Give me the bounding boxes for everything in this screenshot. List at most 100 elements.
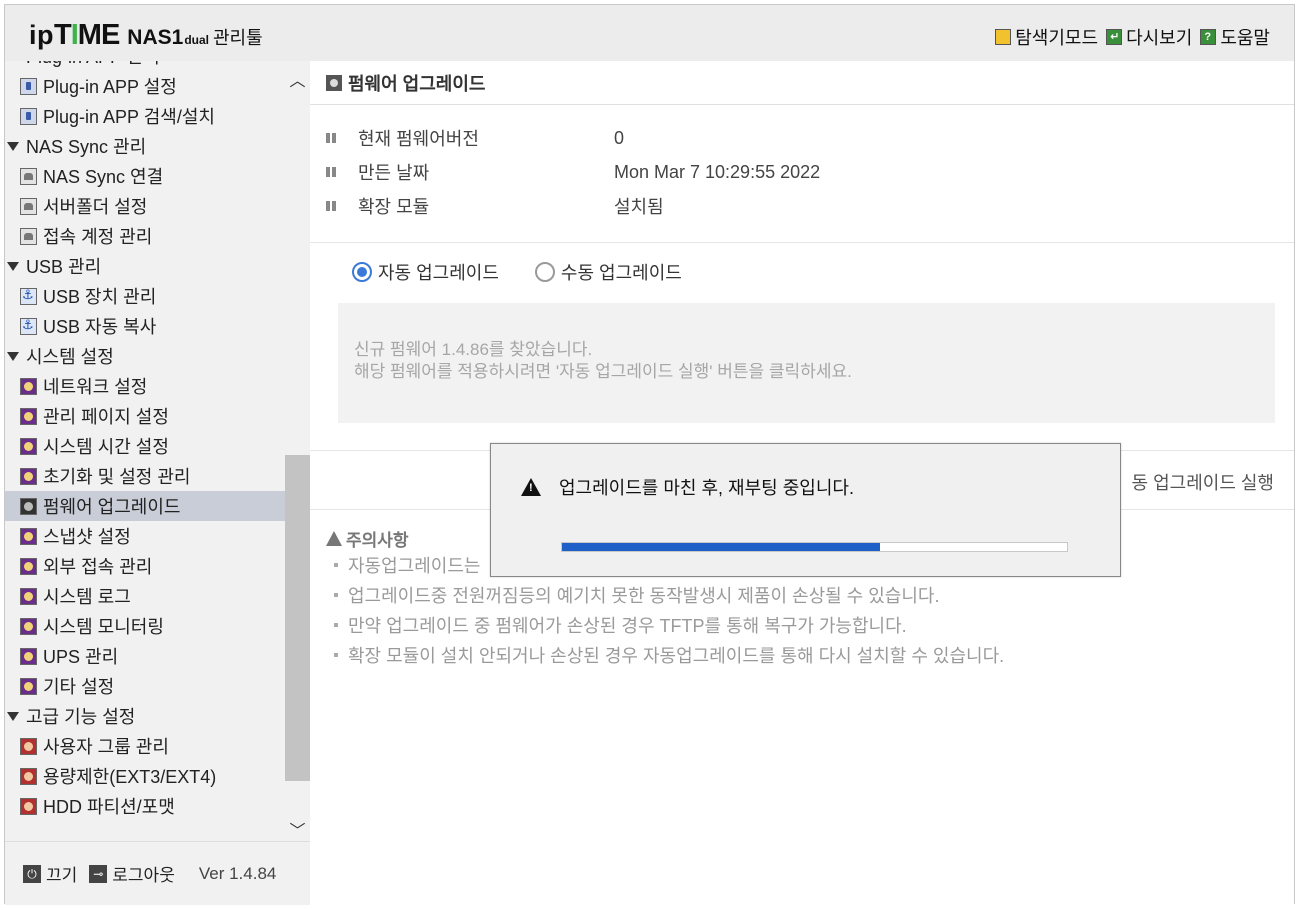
help-link[interactable]: ? 도움말 — [1200, 24, 1270, 50]
message-line-1: 신규 펌웨어 1.4.86를 찾았습니다. — [354, 340, 593, 359]
sidebar-item-plugin-search[interactable]: Plug-in APP 검색/설치 — [5, 101, 285, 131]
sidebar-item-network[interactable]: 네트워크 설정 — [5, 371, 285, 401]
advanced-icon — [20, 797, 37, 815]
expand-triangle-icon — [7, 261, 19, 271]
info-value: 0 — [614, 127, 625, 148]
sidebar-item-label: 네트워크 설정 — [43, 377, 148, 397]
bullet-icon — [326, 201, 338, 211]
sidebar-item-usb-device[interactable]: USB 장치 관리 — [5, 281, 285, 311]
sidebar-item-misc[interactable]: 기타 설정 — [5, 671, 285, 701]
system-icon — [20, 407, 37, 425]
power-off-label: 끄기 — [46, 866, 78, 885]
sidebar-item-system-time[interactable]: 시스템 시간 설정 — [5, 431, 285, 461]
sidebar-item-label: 스냅샷 설정 — [43, 527, 131, 547]
folder-icon — [995, 29, 1012, 45]
scroll-down-icon[interactable]: ﹀ — [285, 817, 310, 840]
sidebar-item-ups[interactable]: UPS 관리 — [5, 641, 285, 671]
sidebar-item-quota[interactable]: 용량제한(EXT3/EXT4) — [5, 761, 285, 791]
scrollbar-thumb[interactable] — [285, 455, 310, 781]
logo: ip T I ME NAS1dual 관리툴 — [29, 19, 263, 52]
reboot-progress-dialog: ! 업그레이드를 마친 후, 재부팅 중입니다. — [490, 443, 1121, 577]
system-icon — [20, 647, 37, 665]
sidebar-scrollbar[interactable]: ︿ ﹀ — [285, 61, 310, 841]
sidebar-menu: Plug-in APP 관리 Plug-in APP 설정 Plug-in AP… — [5, 61, 285, 821]
sidebar-item-label: 기타 설정 — [43, 677, 115, 697]
message-line-2: 해당 펌웨어를 적용하시려면 '자동 업그레이드 실행' 버튼을 클릭하세요. — [354, 362, 852, 381]
system-icon — [20, 527, 37, 545]
explorer-mode-link[interactable]: 탐색기모드 — [995, 24, 1098, 50]
sidebar-item-label: USB 관리 — [26, 257, 102, 277]
sidebar-item-label: 사용자 그룹 관리 — [43, 737, 169, 757]
header: ip T I ME NAS1dual 관리툴 탐색기모드 ↵ 다시보기 ? 도움말 — [5, 5, 1294, 61]
power-icon: ⏻ — [23, 864, 41, 883]
model-sub: dual — [184, 33, 209, 47]
sync-icon — [20, 197, 37, 215]
note-item: 업그레이드중 전원꺼짐등의 예기치 못한 동작발생시 제품이 손상될 수 있습니… — [326, 580, 1276, 610]
model-name: NAS1 — [127, 26, 184, 49]
usb-icon — [20, 287, 37, 305]
sidebar-item-system-monitor[interactable]: 시스템 모니터링 — [5, 611, 285, 641]
progress-bar-fill — [562, 543, 881, 551]
sidebar-item-system-log[interactable]: 시스템 로그 — [5, 581, 285, 611]
sidebar-item-nas-sync-connect[interactable]: NAS Sync 연결 — [5, 161, 285, 191]
sidebar-item-label: USB 자동 복사 — [43, 317, 157, 337]
manual-upgrade-radio[interactable]: 수동 업그레이드 — [534, 259, 682, 285]
logo-time-me: ME — [77, 19, 120, 51]
sidebar-group-plugin[interactable]: Plug-in APP 관리 — [5, 61, 285, 71]
dialog-message-text: 업그레이드를 마친 후, 재부팅 중입니다. — [559, 478, 854, 498]
sidebar-item-server-folder[interactable]: 서버폴더 설정 — [5, 191, 285, 221]
progress-bar — [561, 542, 1068, 552]
sidebar-item-label: 시스템 시간 설정 — [43, 437, 169, 457]
sidebar-item-plugin-settings[interactable]: Plug-in APP 설정 — [5, 71, 285, 101]
refresh-link[interactable]: ↵ 다시보기 — [1106, 24, 1192, 50]
info-label: 만든 날짜 — [358, 163, 430, 183]
sidebar-item-firmware-upgrade[interactable]: 펌웨어 업그레이드 — [5, 491, 285, 521]
sidebar-item-usb-autocopy[interactable]: USB 자동 복사 — [5, 311, 285, 341]
system-icon — [20, 437, 37, 455]
sidebar-item-label: UPS 관리 — [43, 647, 119, 667]
run-auto-upgrade-button[interactable]: 동 업그레이드 실행 — [1132, 469, 1274, 495]
key-icon: ⊸ — [89, 864, 108, 883]
version-text: Ver 1.4.84 — [198, 863, 277, 883]
sidebar-item-external-access[interactable]: 외부 접속 관리 — [5, 551, 285, 581]
help-label: 도움말 — [1220, 28, 1270, 48]
system-icon — [20, 467, 37, 485]
sidebar-item-reset-config[interactable]: 초기화 및 설정 관리 — [5, 461, 285, 491]
expand-triangle-icon — [7, 711, 19, 721]
logo-time-i: I — [70, 19, 79, 51]
upgrade-message-box: 신규 펌웨어 1.4.86를 찾았습니다. 해당 펌웨어를 적용하시려면 '자동… — [338, 303, 1275, 423]
sidebar-group-usb[interactable]: USB 관리 — [5, 251, 285, 281]
sidebar-item-label: Plug-in APP 설정 — [43, 77, 177, 97]
refresh-icon: ↵ — [1106, 29, 1123, 45]
logout-button[interactable]: ⊸ 로그아웃 — [89, 861, 175, 886]
firmware-info: 현재 펌웨어버전 0 만든 날짜 Mon Mar 7 10:29:55 2022… — [310, 105, 1294, 243]
power-off-button[interactable]: ⏻ 끄기 — [23, 861, 77, 886]
logo-tool: 관리툴 — [212, 28, 263, 48]
sidebar-item-snapshot[interactable]: 스냅샷 설정 — [5, 521, 285, 551]
sidebar-group-system[interactable]: 시스템 설정 — [5, 341, 285, 371]
page-title: 펌웨어 업그레이드 — [310, 61, 1294, 105]
sidebar-item-access-account[interactable]: 접속 계정 관리 — [5, 221, 285, 251]
info-label: 확장 모듈 — [358, 197, 430, 217]
page-title-text: 펌웨어 업그레이드 — [348, 73, 486, 94]
sidebar-item-admin-page[interactable]: 관리 페이지 설정 — [5, 401, 285, 431]
radio-selected-icon — [352, 262, 372, 282]
logout-label: 로그아웃 — [112, 866, 175, 885]
scroll-up-icon[interactable]: ︿ — [285, 67, 310, 90]
sidebar-item-hdd-partition[interactable]: HDD 파티션/포맷 — [5, 791, 285, 821]
auto-upgrade-radio[interactable]: 자동 업그레이드 — [352, 259, 499, 285]
sidebar-group-nas-sync[interactable]: NAS Sync 관리 — [5, 131, 285, 161]
radio-unselected-icon — [534, 262, 555, 282]
warning-icon: ! — [521, 478, 541, 496]
info-row-date: 만든 날짜 Mon Mar 7 10:29:55 2022 — [326, 155, 820, 189]
manual-upgrade-label: 수동 업그레이드 — [560, 263, 682, 283]
sidebar-group-advanced[interactable]: 고급 기능 설정 — [5, 701, 285, 731]
sidebar-item-label: HDD 파티션/포맷 — [43, 797, 175, 817]
note-item: 확장 모듈이 설치 안되거나 손상된 경우 자동업그레이드를 통해 다시 설치할… — [326, 640, 1276, 670]
top-links: 탐색기모드 ↵ 다시보기 ? 도움말 — [995, 24, 1270, 50]
sidebar-item-label: 시스템 로그 — [43, 587, 131, 607]
sidebar-item-label: 시스템 설정 — [26, 347, 114, 367]
sidebar-item-user-group[interactable]: 사용자 그룹 관리 — [5, 731, 285, 761]
system-icon — [20, 497, 37, 515]
info-label: 현재 펌웨어버전 — [358, 129, 479, 149]
